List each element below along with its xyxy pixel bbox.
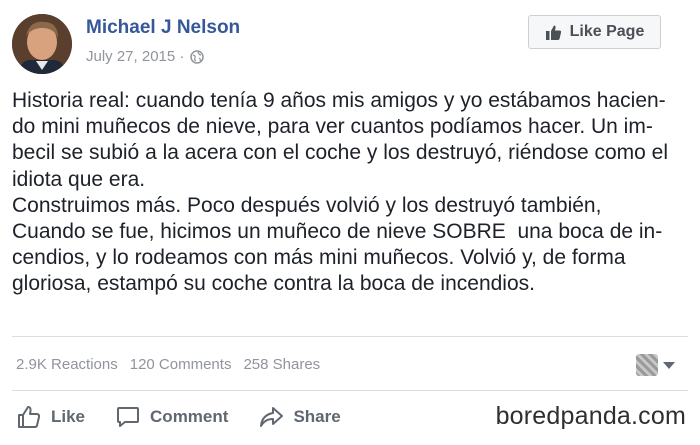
post-text-line: idiota que era.	[12, 167, 146, 191]
post-text-line: Construimos más. Poco después volvió y l…	[12, 193, 602, 217]
like-page-button[interactable]: Like Page	[528, 15, 661, 49]
action-bar: Like Comment Share	[16, 404, 341, 430]
post-date[interactable]: July 27, 2015 ·	[86, 48, 184, 65]
author-name[interactable]: Michael J Nelson	[86, 17, 240, 39]
post-meta: July 27, 2015 ·	[86, 48, 205, 65]
post-stats: 2.9K Reactions 120 Comments 258 Shares	[16, 356, 320, 373]
post-text-line: do mini muñecos de nieve, para ver cuant…	[12, 115, 653, 139]
comment-button[interactable]: Comment	[115, 404, 228, 430]
like-label: Like	[51, 407, 86, 426]
post-text-line: cendios, y lo rodeamos con más mini muñe…	[12, 246, 626, 270]
globe-icon	[190, 49, 205, 64]
thumbs-up-icon	[545, 25, 561, 40]
comment-label: Comment	[150, 407, 229, 426]
avatar-photo	[12, 14, 72, 74]
comment-icon	[117, 407, 140, 427]
facebook-post: Michael J Nelson July 27, 2015 · Like Pa…	[0, 0, 700, 445]
share-label: Share	[293, 407, 341, 426]
blurred-avatar-icon	[636, 354, 658, 376]
avatar[interactable]	[12, 14, 72, 74]
caret-down-icon	[663, 361, 675, 369]
divider	[12, 336, 688, 337]
thumbs-up-outline-icon	[18, 406, 41, 428]
comments-count[interactable]: 120 Comments	[130, 356, 232, 373]
share-button[interactable]: Share	[258, 404, 341, 430]
post-text-line: becil se subió a la acera con el coche y…	[12, 141, 669, 165]
reactions-count[interactable]: 2.9K Reactions	[16, 356, 118, 373]
post-body: Historia real: cuando tenía 9 años mis a…	[12, 88, 696, 298]
divider	[12, 390, 688, 391]
shares-count[interactable]: 258 Shares	[243, 356, 320, 373]
audience-selector[interactable]	[636, 354, 675, 376]
like-button[interactable]: Like	[16, 404, 85, 430]
like-page-label: Like Page	[569, 23, 645, 40]
post-text-line: Historia real: cuando tenía 9 años mis a…	[12, 89, 666, 112]
share-arrow-icon	[260, 407, 284, 427]
post-text-line: Cuando se fue, hicimos un muñeco de niev…	[12, 220, 663, 244]
post-text-line: gloriosa, estampó su coche contra la boc…	[12, 272, 535, 296]
watermark: boredpanda.com	[495, 402, 686, 430]
